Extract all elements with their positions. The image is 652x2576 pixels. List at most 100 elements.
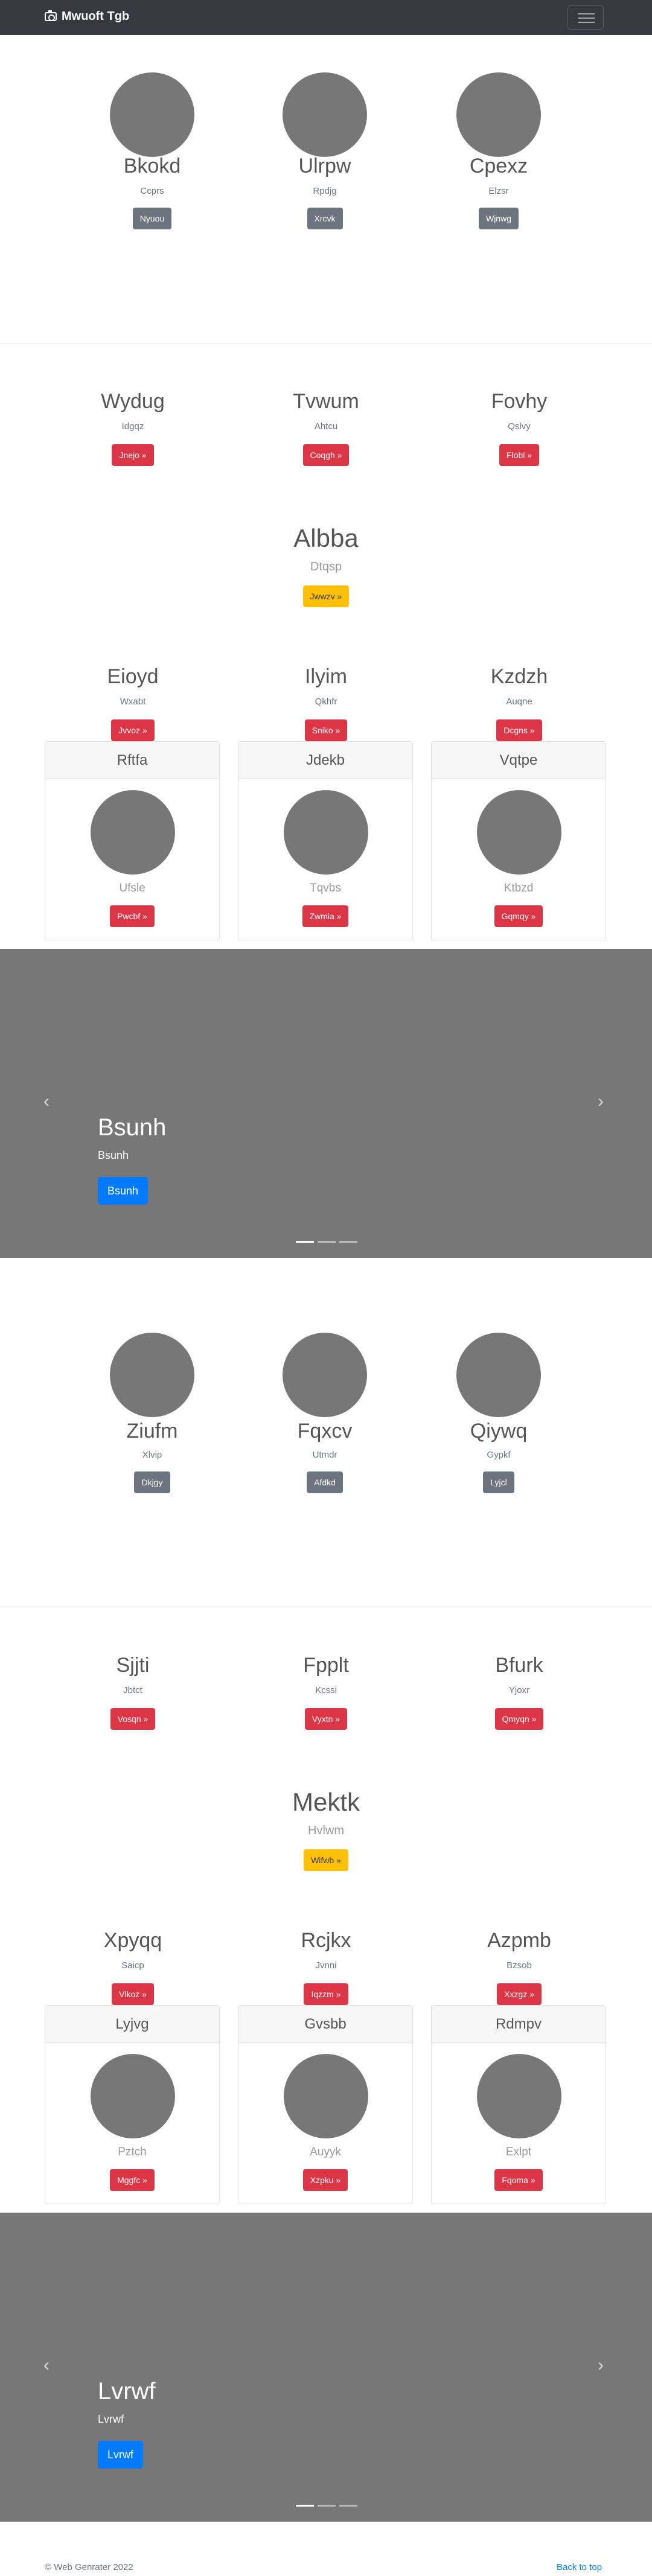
column-button[interactable]: Vosqn » bbox=[110, 1708, 156, 1730]
column-sub: Saicp bbox=[121, 1960, 144, 1971]
avatar-placeholder bbox=[110, 72, 194, 157]
carousel-indicator[interactable] bbox=[296, 1241, 314, 1243]
card-label: Pztch bbox=[118, 2146, 147, 2158]
carousel-indicator[interactable] bbox=[296, 2505, 314, 2507]
card-button[interactable]: Mggfc » bbox=[110, 2169, 155, 2191]
card-image-placeholder bbox=[91, 790, 175, 875]
feature-button[interactable]: Wifwb » bbox=[304, 1849, 348, 1871]
navbar-brand[interactable]: Mwuoft Tgb bbox=[45, 10, 129, 24]
card-label: Ufsle bbox=[119, 882, 145, 894]
column-heading: Eioyd bbox=[107, 665, 159, 688]
column-sub: Idgqz bbox=[121, 421, 144, 432]
avatar-placeholder bbox=[456, 72, 541, 157]
column-heading: Rcjkx bbox=[301, 1929, 351, 1952]
column-heading: Sjjti bbox=[116, 1654, 150, 1677]
column-sub: Auqne bbox=[506, 697, 532, 707]
carousel-next-icon[interactable]: › bbox=[598, 1091, 604, 1112]
card-label: Ktbzd bbox=[503, 882, 534, 894]
column-sub: Jbtct bbox=[123, 1685, 142, 1695]
card-button[interactable]: Gqmqy » bbox=[494, 905, 543, 927]
carousel-prev-icon[interactable]: ‹ bbox=[43, 1091, 50, 1112]
column-sub: Wxabt bbox=[120, 697, 146, 707]
brand-label: Mwuoft Tgb bbox=[62, 10, 130, 23]
avatar-placeholder bbox=[110, 1333, 194, 1417]
feature-heading: Mektk bbox=[292, 1788, 360, 1816]
column-sub: Qkhfr bbox=[315, 697, 337, 707]
carousel-caption-text: Bsunh bbox=[98, 1149, 129, 1161]
carousel: ‹ › Bsunh Bsunh Bsunh bbox=[0, 949, 652, 1258]
carousel-indicator[interactable] bbox=[318, 2505, 336, 2507]
carousel-indicator[interactable] bbox=[318, 1241, 336, 1243]
carousel-indicators bbox=[296, 2505, 357, 2507]
card-image-placeholder bbox=[284, 2054, 368, 2138]
carousel-caption-title: Bsunh bbox=[98, 1114, 167, 1141]
carousel-prev-icon[interactable]: ‹ bbox=[43, 2355, 50, 2376]
feature-subheading: Dtqsp bbox=[310, 560, 342, 573]
card-header: Jdekb bbox=[238, 742, 412, 779]
column-heading: Tvwum bbox=[293, 390, 359, 413]
feature-button[interactable]: Jwwzv » bbox=[302, 585, 350, 607]
card-header: Lyjvg bbox=[45, 2006, 219, 2043]
column-sub: Ahtcu bbox=[314, 421, 338, 432]
column-button[interactable]: Dcgns » bbox=[496, 719, 542, 741]
column-button[interactable]: Qmyqn » bbox=[494, 1708, 544, 1730]
column-sub: Qslvy bbox=[508, 421, 531, 432]
card-label: Tqvbs bbox=[310, 882, 341, 894]
column-heading: Ilyim bbox=[305, 665, 347, 688]
navbar-toggler-button[interactable] bbox=[567, 5, 604, 30]
carousel-button[interactable]: Lvrwf bbox=[98, 2441, 144, 2469]
column-heading: Wydug bbox=[101, 390, 165, 413]
back-to-top-link[interactable]: Back to top bbox=[557, 2562, 602, 2572]
carousel-caption-title: Lvrwf bbox=[98, 2378, 156, 2405]
feature-button[interactable]: Dkjgy bbox=[134, 1471, 170, 1493]
card-button[interactable]: Fqoma » bbox=[494, 2169, 543, 2191]
feature-button[interactable]: Nyuou bbox=[132, 208, 172, 229]
column-heading: Fpplt bbox=[303, 1654, 349, 1677]
card-label: Auyyk bbox=[310, 2146, 341, 2158]
column-button[interactable]: Jnejo » bbox=[112, 444, 154, 466]
card-header: Gvsbb bbox=[238, 2006, 412, 2043]
hamburger-icon bbox=[578, 13, 595, 14]
column-sub: Kcssi bbox=[315, 1685, 337, 1695]
card-header: Rdmpv bbox=[432, 2006, 606, 2043]
feature-button[interactable]: Wjnwg bbox=[478, 208, 519, 229]
feature-name: Ulrpw bbox=[298, 155, 351, 177]
card: Rftfa Ufsle Pwcbf » bbox=[45, 741, 220, 940]
card: Lyjvg Pztch Mggfc » bbox=[45, 2005, 220, 2204]
carousel-indicator[interactable] bbox=[339, 2505, 357, 2507]
column-heading: Fovhy bbox=[491, 390, 548, 413]
column-button[interactable]: Vlkoz » bbox=[112, 1983, 154, 2005]
avatar-placeholder bbox=[456, 1333, 541, 1417]
column-heading: Bfurk bbox=[495, 1654, 543, 1677]
feature-button[interactable]: Afdkd bbox=[307, 1471, 343, 1493]
column-button[interactable]: Vyxtn » bbox=[304, 1708, 348, 1730]
column-heading: Azpmb bbox=[487, 1929, 551, 1952]
column-button[interactable]: Xxzgz » bbox=[497, 1983, 542, 2005]
column-button[interactable]: Flobl » bbox=[499, 444, 540, 466]
column-button[interactable]: Iqzzm » bbox=[304, 1983, 348, 2005]
card-button[interactable]: Xzpku » bbox=[302, 2169, 348, 2191]
column-button[interactable]: Sniko » bbox=[304, 719, 348, 741]
carousel-button[interactable]: Bsunh bbox=[98, 1177, 149, 1205]
feature-button[interactable]: Xrcvk bbox=[307, 208, 343, 229]
navbar: Mwuoft Tgb bbox=[0, 0, 652, 35]
column-sub: Jvnni bbox=[315, 1960, 337, 1971]
column-button[interactable]: Coqgh » bbox=[302, 444, 350, 466]
card: Gvsbb Auyyk Xzpku » bbox=[238, 2005, 413, 2204]
feature-sub: Xlvip bbox=[142, 1450, 162, 1460]
feature-sub: Ccprs bbox=[140, 186, 164, 196]
column-sub: Bzsob bbox=[507, 1960, 532, 1971]
feature-sub: Utmdr bbox=[312, 1450, 337, 1460]
carousel-indicators bbox=[296, 1241, 357, 1243]
feature-button[interactable]: Lyjcl bbox=[483, 1471, 514, 1493]
card-button[interactable]: Zwmia » bbox=[302, 905, 349, 927]
carousel-indicator[interactable] bbox=[339, 1241, 357, 1243]
feature-name: Fqxcv bbox=[297, 1420, 353, 1443]
feature-sub: Rpdjg bbox=[313, 186, 337, 196]
card-button[interactable]: Pwcbf » bbox=[110, 905, 155, 927]
carousel: ‹ › Lvrwf Lvrwf Lvrwf bbox=[0, 2213, 652, 2522]
carousel-next-icon[interactable]: › bbox=[598, 2355, 604, 2376]
feature-sub: Gypkf bbox=[487, 1450, 511, 1460]
column-button[interactable]: Jvvoz » bbox=[111, 719, 155, 741]
card-image-placeholder bbox=[477, 2054, 561, 2138]
